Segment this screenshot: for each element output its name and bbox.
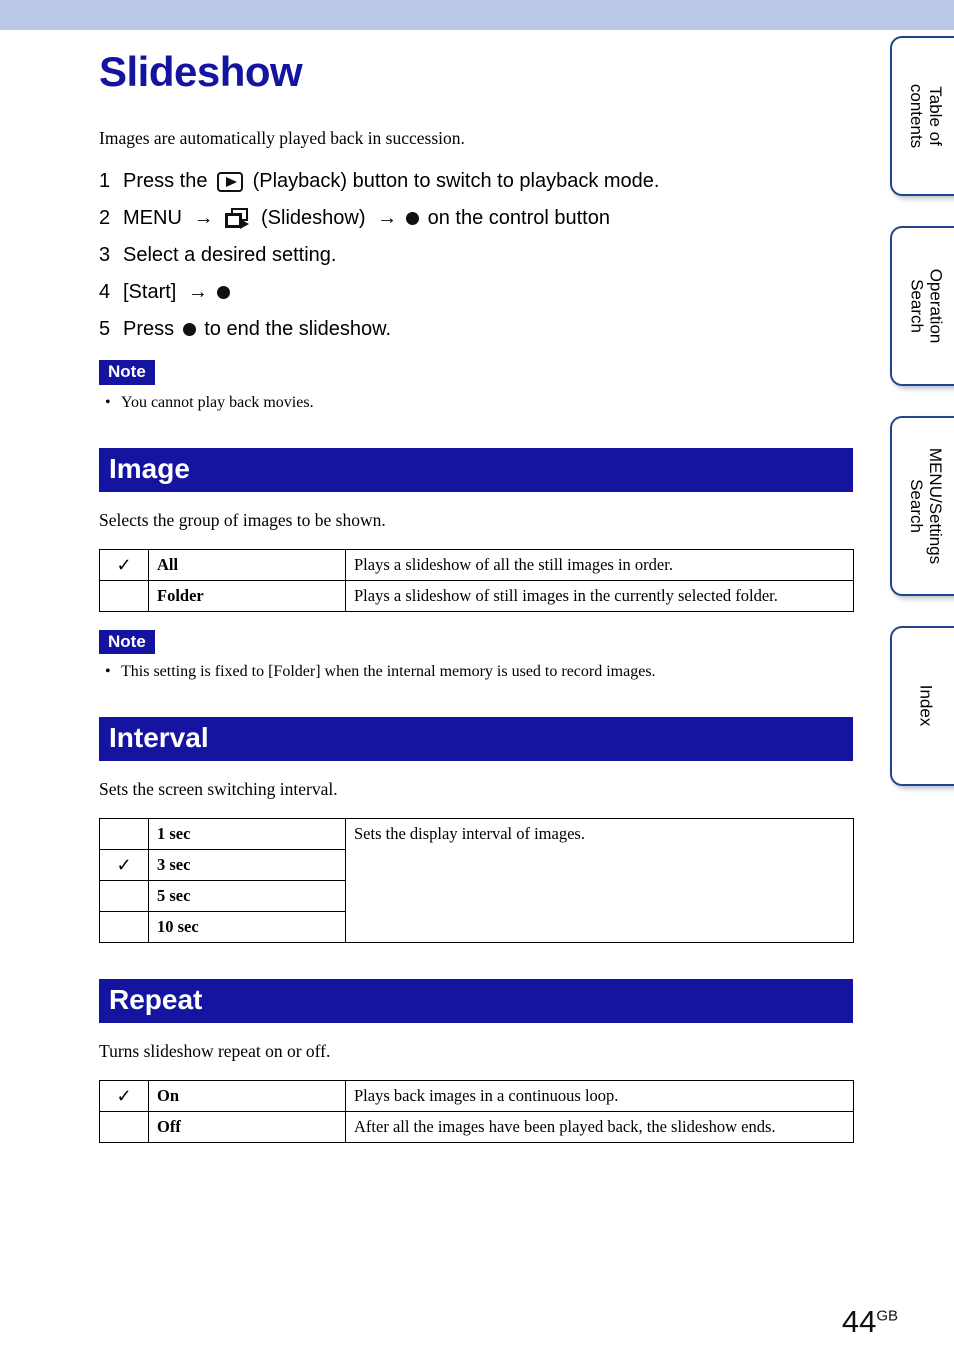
note-block-top: Note • You cannot play back movies. [99,360,855,412]
step-2: 2 MENU → (Slideshow) → on the control bu… [99,206,855,231]
sidebar-item-menu-settings-search[interactable]: MENU/Settings Search [890,416,954,596]
page-intro: Images are automatically played back in … [99,128,465,148]
section-description: Sets the screen switching interval. [99,779,338,800]
note-item: • This setting is fixed to [Folder] when… [99,663,855,681]
note-badge: Note [99,629,155,655]
side-tab-label: Index [916,685,936,727]
note-block-image: Note • This setting is fixed to [Folder]… [99,629,855,682]
table-row[interactable]: Off After all the images have been playe… [99,1111,854,1144]
page-title: Slideshow [99,48,303,95]
option-description: After all the images have been played ba… [345,1111,854,1144]
option-label: Folder [148,579,346,612]
checkmark-cell: ✓ [99,849,149,882]
checkmark-cell [99,1111,149,1144]
note-text: This setting is fixed to [Folder] when t… [121,663,656,681]
option-description: Plays a slideshow of still images in the… [345,579,854,612]
procedure-steps: 1 Press the (Playback) button to switch … [99,169,855,342]
page-number-footer: 44GB [842,1306,898,1337]
step-5: 5 Press to end the slideshow. [99,317,855,342]
check-icon: ✓ [116,554,132,575]
control-button-center-dot-icon [216,286,230,299]
step-number: 1 [99,170,111,192]
option-label: On [148,1080,346,1113]
step-3: 3 Select a desired setting. [99,243,855,268]
step-number: 2 [99,207,111,229]
checkmark-cell [99,880,149,913]
step-number: 3 [99,244,111,266]
table-row[interactable]: Folder Plays a slideshow of still images… [99,579,854,612]
check-icon: ✓ [116,855,132,876]
section-description: Selects the group of images to be shown. [99,509,386,530]
options-table-image: ✓ All Plays a slideshow of all the still… [99,548,854,612]
options-table-repeat: ✓ On Plays back images in a continuous l… [99,1080,854,1144]
sidebar-item-operation-search[interactable]: Operation Search [890,226,954,386]
playback-button-icon [217,171,244,192]
step-1: 1 Press the (Playback) button to switch … [99,169,855,194]
step-4: 4 [Start] → [99,280,855,305]
checkmark-cell [99,818,149,851]
step-number: 4 [99,281,111,303]
table-row[interactable]: 1 sec Sets the display interval of image… [99,818,854,944]
page-number-suffix: GB [876,1307,898,1325]
option-label: 5 sec [148,880,346,913]
checkmark-cell: ✓ [99,548,149,581]
option-label: Off [148,1111,346,1144]
control-button-center-dot-icon [406,212,420,225]
checkmark-cell [99,911,149,944]
option-label: 1 sec [148,818,346,851]
arrow-right-icon: → [377,207,398,229]
option-description-shared: Sets the display interval of images. [345,818,854,944]
bullet-icon: • [105,393,111,411]
step-text: Press the [123,170,214,192]
option-description: Plays a slideshow of all the still image… [345,548,854,581]
page-number: 44 [841,1304,877,1339]
bullet-icon: • [105,663,111,681]
side-tab-label: Operation Search [907,268,946,344]
note-text: You cannot play back movies. [121,393,314,411]
step-text: MENU [123,207,188,229]
section-heading-interval: Interval [99,717,853,762]
note-item: • You cannot play back movies. [99,394,855,412]
checkmark-cell [99,579,149,612]
step-text: Press [123,318,180,340]
note-badge: Note [99,360,155,385]
page-content: Slideshow Images are automatically playe… [99,30,855,1144]
side-tab-label: Table of contents [906,83,946,149]
sidebar-item-table-of-contents[interactable]: Table of contents [890,36,954,196]
step-text: to end the slideshow. [198,318,392,340]
top-banner [0,0,954,30]
section-description: Turns slideshow repeat on or off. [99,1041,331,1062]
option-label: All [148,548,346,581]
step-text: (Playback) button to switch to playback … [247,170,660,192]
table-row[interactable]: ✓ On Plays back images in a continuous l… [99,1080,854,1113]
sidebar-item-index[interactable]: Index [890,626,954,786]
arrow-right-icon: → [187,281,208,303]
control-button-center-dot-icon [182,323,196,336]
step-text: (Slideshow) [255,207,372,229]
option-label: 3 sec [148,849,346,882]
side-tab-label: MENU/Settings Search [907,447,946,565]
option-label: 10 sec [148,911,346,944]
step-text: [Start] [123,281,182,303]
section-heading-image: Image [99,447,853,492]
step-number: 5 [99,318,111,340]
step-text: on the control button [422,207,610,229]
section-heading-repeat: Repeat [99,979,853,1024]
arrow-right-icon: → [193,207,214,229]
check-icon: ✓ [116,1086,132,1107]
option-description: Plays back images in a continuous loop. [345,1080,854,1113]
options-table-interval: 1 sec Sets the display interval of image… [99,818,854,944]
slideshow-icon [224,207,250,230]
checkmark-cell: ✓ [99,1080,149,1113]
table-row[interactable]: ✓ All Plays a slideshow of all the still… [99,548,854,581]
